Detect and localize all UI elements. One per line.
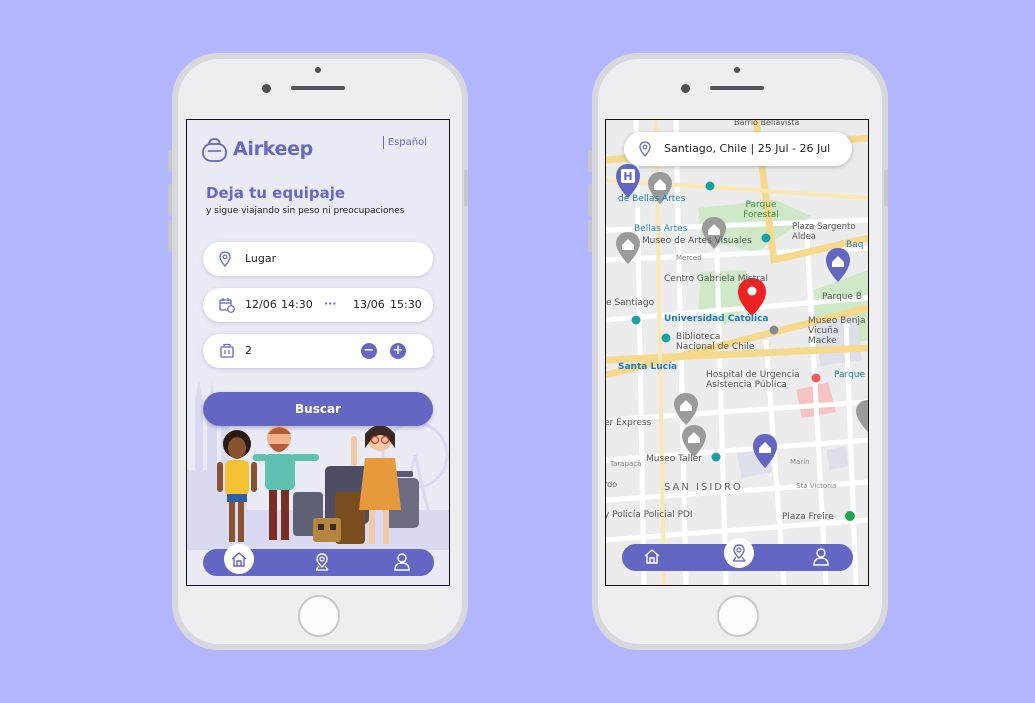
map-label: Parque Forestal xyxy=(743,200,779,220)
front-camera xyxy=(262,84,271,93)
map-label: SAN ISIDRO xyxy=(664,482,743,493)
map-label: e Santiago xyxy=(606,298,655,308)
map-label: Museo Taller xyxy=(646,454,702,464)
bags-count: 2 xyxy=(245,344,252,357)
map-label: Hospital de Urgencia Asistencia Pública xyxy=(706,370,800,390)
nav-home[interactable] xyxy=(643,548,661,569)
user-icon xyxy=(813,548,829,566)
map-label: Baq xyxy=(846,240,864,250)
app-home-screen: Airkeep Español Deja tu equipaje y sigue… xyxy=(186,119,450,586)
start-time: 14:30 xyxy=(281,298,313,311)
map-search-bar[interactable]: Santiago, Chile | 25 Jul - 26 Jul xyxy=(624,132,852,166)
search-button[interactable]: Buscar xyxy=(203,392,433,426)
backpack-logo-icon xyxy=(202,138,227,162)
home-icon xyxy=(231,551,247,567)
brand-name: Airkeep xyxy=(233,138,313,160)
mute-switch xyxy=(168,150,172,172)
home-button[interactable] xyxy=(717,595,759,637)
nav-map[interactable] xyxy=(724,538,754,568)
map-pin-icon xyxy=(732,544,746,562)
location-placeholder: Lugar xyxy=(245,252,277,265)
nav-map[interactable] xyxy=(314,552,330,576)
map-label: rdo xyxy=(605,480,618,489)
luggage-icon xyxy=(220,343,234,358)
language-selector[interactable]: Español xyxy=(382,136,427,149)
map-label: Santa Lucía xyxy=(618,362,678,372)
map-labels: Barrio Bellavista de Bellas Artes Parque… xyxy=(606,120,868,585)
nav-profile[interactable] xyxy=(393,552,411,576)
map-label: Biblioteca Nacional de Chile xyxy=(676,332,755,352)
map-label: Sta Victoria xyxy=(796,482,837,490)
dates-field[interactable]: 12/06 14:30 ··· 13/06 15:30 xyxy=(203,288,433,322)
mute-switch xyxy=(588,150,592,172)
end-time: 15:30 xyxy=(390,298,422,311)
bags-field[interactable]: 2 − + xyxy=(203,334,433,368)
map-label: er Express xyxy=(605,418,652,428)
map-search-text: Santiago, Chile | 25 Jul - 26 Jul xyxy=(664,142,831,155)
map-label: y Policía Policial PDI xyxy=(605,510,693,520)
front-camera xyxy=(681,84,690,93)
map-label: Parque xyxy=(834,370,866,380)
map-label: Marín xyxy=(790,458,810,466)
page-subtitle: y sigue viajando sin peso ni preocupacio… xyxy=(206,206,405,216)
map-label: Universidad Católica xyxy=(664,314,769,324)
map-label: Museo de Artes Visuales xyxy=(642,236,752,246)
location-pin-icon xyxy=(219,251,231,267)
decrease-bags-button[interactable]: − xyxy=(361,343,377,359)
map-label: Centro Gabriela Mistral xyxy=(664,274,768,284)
map-label: Merced xyxy=(676,254,702,262)
nav-home[interactable] xyxy=(224,544,254,574)
map-label: Barrio Bellavista xyxy=(734,119,800,127)
map-label: de Bellas Artes xyxy=(618,194,686,204)
proximity-sensor xyxy=(734,67,740,73)
power-button xyxy=(464,170,468,206)
earpiece-speaker xyxy=(710,86,764,90)
map-pin-icon xyxy=(315,553,329,571)
volume-down-button xyxy=(588,220,592,252)
brand-logo: Airkeep xyxy=(201,136,313,162)
end-date: 13/06 xyxy=(353,298,385,311)
home-button[interactable] xyxy=(298,595,340,637)
start-date: 12/06 xyxy=(245,298,277,311)
travelers-illustration xyxy=(217,426,419,544)
map-label: Tarapacá xyxy=(610,460,642,468)
map-label: Parque B xyxy=(822,292,863,302)
calendar-icon xyxy=(219,298,235,313)
nav-profile[interactable] xyxy=(812,547,830,571)
map-screen: H Barrio Bellavista de Bellas Artes Parq… xyxy=(605,119,869,586)
volume-up-button xyxy=(588,184,592,216)
location-field[interactable]: Lugar xyxy=(203,242,433,276)
location-pin-icon xyxy=(639,141,651,157)
increase-bags-button[interactable]: + xyxy=(390,343,406,359)
volume-up-button xyxy=(168,184,172,216)
volume-down-button xyxy=(168,220,172,252)
earpiece-speaker xyxy=(291,86,345,90)
user-icon xyxy=(394,553,410,571)
date-separator: ··· xyxy=(324,297,337,310)
page-title: Deja tu equipaje xyxy=(206,184,346,202)
map-label: Plaza Freire xyxy=(782,512,834,522)
bottom-nav-bar xyxy=(203,544,434,576)
map-label: Plaza Sargento Aldea xyxy=(792,222,856,242)
proximity-sensor xyxy=(315,67,321,73)
map-label: Bellas Artes xyxy=(634,224,688,234)
home-icon xyxy=(644,549,660,564)
power-button xyxy=(884,170,888,206)
map-label: Museo Benja Vicuña Macke xyxy=(808,316,866,346)
bottom-nav-bar xyxy=(622,538,853,571)
